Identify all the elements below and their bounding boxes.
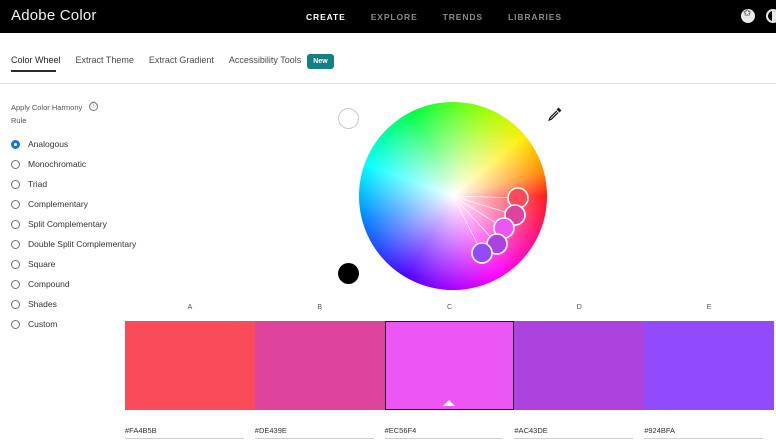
swatch-column-labels: A B C D E xyxy=(125,304,774,311)
nav-trends[interactable]: TRENDS xyxy=(443,12,483,22)
color-handle-e[interactable] xyxy=(471,242,493,264)
nav-create[interactable]: CREATE xyxy=(306,12,346,22)
rule-complementary[interactable]: Complementary xyxy=(11,194,136,214)
top-nav: CREATE EXPLORE TRENDS LIBRARIES xyxy=(306,0,587,33)
hex-field-c[interactable]: #EC56F4 xyxy=(384,426,515,439)
swatch-c[interactable] xyxy=(384,321,515,410)
swatch-b[interactable] xyxy=(254,321,385,410)
radio-button[interactable] xyxy=(11,239,20,249)
rule-triad[interactable]: Triad xyxy=(11,174,136,194)
selected-caret-icon xyxy=(442,400,455,406)
brightness-black-handle[interactable] xyxy=(338,263,359,284)
tab-color-wheel[interactable]: Color Wheel xyxy=(11,55,61,67)
rule-label: Analogous xyxy=(28,139,69,149)
theme-toggle-icon[interactable] xyxy=(766,9,776,23)
swatch-a[interactable] xyxy=(125,321,255,410)
radio-button[interactable] xyxy=(11,219,20,229)
hex-field-b[interactable]: #DE439E xyxy=(254,426,385,439)
radio-button[interactable] xyxy=(11,319,20,329)
hex-value[interactable]: #924BFA xyxy=(644,426,763,439)
rule-custom[interactable]: Custom xyxy=(11,314,136,334)
tool-tabs: Color Wheel Extract Theme Extract Gradie… xyxy=(11,50,334,72)
rule-square[interactable]: Square xyxy=(11,254,136,274)
brightness-white-handle[interactable] xyxy=(338,108,359,129)
hex-field-e[interactable]: #924BFA xyxy=(644,426,774,439)
tab-divider xyxy=(0,83,776,84)
hex-value[interactable]: #EC56F4 xyxy=(384,426,504,439)
star-icon[interactable] xyxy=(741,8,755,23)
rule-split-complementary[interactable]: Split Complementary xyxy=(11,214,136,234)
radio-button[interactable] xyxy=(11,139,20,149)
rule-double-split-complementary[interactable]: Double Split Complementary xyxy=(11,234,136,254)
radio-button[interactable] xyxy=(11,279,20,289)
radio-button[interactable] xyxy=(11,179,20,189)
hex-value[interactable]: #FA4B5B xyxy=(125,426,244,439)
rule-label: Complementary xyxy=(28,199,88,209)
hex-value[interactable]: #AC43DE xyxy=(514,426,634,439)
rule-shades[interactable]: Shades xyxy=(11,294,136,314)
hex-field-a[interactable]: #FA4B5B xyxy=(125,426,255,439)
radio-button[interactable] xyxy=(11,259,20,269)
rule-label: Monochromatic xyxy=(28,159,87,169)
harmony-rule-list: Analogous Monochromatic Triad Complement… xyxy=(11,134,136,334)
wheel-handles xyxy=(452,187,529,264)
column-label-a: A xyxy=(187,304,193,311)
rule-label: Shades xyxy=(28,299,57,309)
rule-label: Custom xyxy=(28,319,58,329)
eyedropper-icon[interactable] xyxy=(547,106,563,122)
tab-accessibility-tools[interactable]: Accessibility Tools xyxy=(229,55,301,67)
column-label-c: C xyxy=(446,304,453,311)
swatch-d[interactable] xyxy=(514,321,645,410)
radio-button[interactable] xyxy=(11,199,20,209)
color-swatches xyxy=(125,321,774,410)
rule-label: Triad xyxy=(28,179,48,189)
swatch-e[interactable] xyxy=(644,321,774,410)
info-icon[interactable]: ⓘ xyxy=(89,102,98,111)
rule-compound[interactable]: Compound xyxy=(11,274,136,294)
nav-libraries[interactable]: LIBRARIES xyxy=(508,12,562,22)
nav-explore[interactable]: EXPLORE xyxy=(371,12,418,22)
column-label-d: D xyxy=(576,304,582,311)
rule-label: Square xyxy=(28,259,56,269)
hex-value[interactable]: #DE439E xyxy=(254,426,374,439)
rule-monochromatic[interactable]: Monochromatic xyxy=(11,154,136,174)
app-title[interactable]: Adobe Color xyxy=(11,7,97,24)
active-tab-underline xyxy=(11,70,56,72)
new-badge: New xyxy=(307,53,334,69)
tab-extract-theme[interactable]: Extract Theme xyxy=(76,55,134,67)
top-bar: Adobe Color CREATE EXPLORE TRENDS LIBRAR… xyxy=(0,0,776,33)
rule-label: Compound xyxy=(28,279,70,289)
radio-button[interactable] xyxy=(11,299,20,309)
harmony-title: Apply Color Harmony Rule xyxy=(11,103,83,125)
hex-field-d[interactable]: #AC43DE xyxy=(514,426,644,439)
radio-button[interactable] xyxy=(11,159,20,169)
rule-label: Double Split Complementary xyxy=(28,239,137,249)
tab-extract-gradient[interactable]: Extract Gradient xyxy=(149,55,214,67)
rule-label: Split Complementary xyxy=(28,219,107,229)
rule-analogous[interactable]: Analogous xyxy=(11,134,136,154)
hex-values: #FA4B5B #DE439E #EC56F4 #AC43DE #924BFA xyxy=(125,426,774,439)
column-label-e: E xyxy=(706,304,712,311)
column-label-b: B xyxy=(317,304,323,311)
